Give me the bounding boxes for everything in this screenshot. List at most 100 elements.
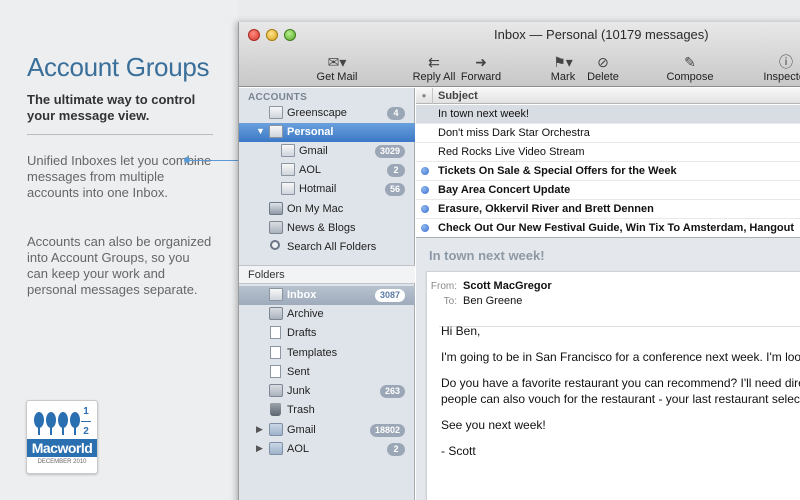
body-line: I'm going to be in San Francisco for a c… xyxy=(441,350,800,364)
preview-subject: In town next week! xyxy=(429,248,545,263)
sidebar-item-archive[interactable]: Archive xyxy=(239,305,415,324)
mail-window: Inbox — Personal (10179 messages) ✉▾ Get… xyxy=(238,22,800,500)
promo-title: Account Groups xyxy=(27,52,210,82)
sidebar-item-personal[interactable]: ▼ Personal xyxy=(239,123,415,142)
macworld-logo: Macworld xyxy=(27,439,97,457)
message-row[interactable]: Check Out Our New Festival Guide, Win Ti… xyxy=(416,219,800,238)
message-body-card: From: Scott MacGregor To: Ben Greene Hi … xyxy=(426,271,800,500)
unread-count: 4 xyxy=(387,107,405,120)
sidebar-item-junk[interactable]: Junk 263 xyxy=(239,382,415,401)
header-divider xyxy=(439,326,800,327)
unread-count: 2 xyxy=(387,164,405,177)
accounts-header: ACCOUNTS xyxy=(248,92,308,103)
forward-button[interactable]: ➜ Forward xyxy=(457,54,505,83)
unread-dot-icon xyxy=(421,224,429,232)
message-list: ● Subject In town next week! Don't miss … xyxy=(416,88,800,238)
rating-mice-icon xyxy=(34,412,80,435)
promo-panel: Account Groups The ultimate way to contr… xyxy=(0,0,255,500)
trash-icon xyxy=(270,403,281,416)
mailbox-icon xyxy=(281,182,295,195)
window-title: Inbox — Personal (10179 messages) xyxy=(494,27,709,42)
sidebar-item-trash[interactable]: Trash xyxy=(239,401,415,420)
status-column-header[interactable]: ● xyxy=(416,88,433,104)
to-value[interactable]: Ben Greene xyxy=(463,295,522,307)
sidebar-item-sent[interactable]: Sent xyxy=(239,363,415,382)
to-label: To: xyxy=(443,296,457,307)
search-icon xyxy=(270,240,280,250)
sidebar-item-on-my-mac[interactable]: On My Mac xyxy=(239,200,415,219)
folder-icon xyxy=(269,423,283,436)
badge-date: DECEMBER 2010 xyxy=(37,459,87,465)
message-row[interactable]: In town next week! xyxy=(416,105,800,124)
sidebar: ACCOUNTS Greenscape 4 ▼ Personal Gmail 3… xyxy=(239,88,415,500)
mark-button[interactable]: ⚑▾ Mark xyxy=(545,54,581,83)
mailbox-icon xyxy=(281,144,295,157)
unread-count: 263 xyxy=(379,385,405,398)
sidebar-item-gmail[interactable]: Gmail 3029 xyxy=(239,142,415,161)
disclosure-triangle-icon[interactable]: ▶ xyxy=(256,424,263,435)
message-row[interactable]: Bay Area Concert Update xyxy=(416,181,800,200)
sidebar-item-inbox[interactable]: Inbox 3087 xyxy=(239,286,415,305)
message-row[interactable]: Tickets On Sale & Special Offers for the… xyxy=(416,162,800,181)
promo-subtitle: The ultimate way to control your message… xyxy=(27,92,196,123)
message-row[interactable]: Erasure, Okkervil River and Brett Dennen xyxy=(416,200,800,219)
archive-icon xyxy=(269,307,283,320)
sidebar-item-gmail-folder[interactable]: ▶ Gmail 18802 xyxy=(239,421,415,440)
news-icon xyxy=(269,221,283,234)
sidebar-item-news-blogs[interactable]: News & Blogs xyxy=(239,219,415,238)
reply-all-button[interactable]: ⇇ Reply All xyxy=(409,54,459,83)
message-row[interactable]: Red Rocks Live Video Stream xyxy=(416,143,800,162)
unread-count: 3087 xyxy=(374,289,405,302)
titlebar: Inbox — Personal (10179 messages) ✉▾ Get… xyxy=(239,22,800,87)
pencil-icon: ✎ xyxy=(684,54,696,70)
unread-dot-icon xyxy=(421,205,429,213)
sidebar-item-hotmail[interactable]: Hotmail 56 xyxy=(239,180,415,199)
sidebar-item-aol[interactable]: AOL 2 xyxy=(239,161,415,180)
disclosure-triangle-icon[interactable]: ▼ xyxy=(256,126,265,136)
envelope-icon: ✉▾ xyxy=(327,54,347,70)
folders-header: Folders xyxy=(239,265,415,284)
computer-icon xyxy=(269,202,283,215)
divider xyxy=(27,134,213,135)
from-label: From: xyxy=(430,281,457,292)
rating-fraction: 1 ― 2 xyxy=(81,406,91,437)
body-line: - Scott xyxy=(441,444,476,458)
subject-column-header[interactable]: Subject xyxy=(438,90,478,102)
sent-icon xyxy=(270,365,281,378)
message-row[interactable]: Don't miss Dark Star Orchestra xyxy=(416,124,800,143)
mark-icon: ⚑▾ xyxy=(553,54,573,70)
inspector-icon: ⓘ xyxy=(779,54,793,70)
delete-button[interactable]: ⊘ Delete xyxy=(583,54,623,83)
macworld-rating-badge: 1 ― 2 Macworld DECEMBER 2010 xyxy=(26,400,98,474)
get-mail-button[interactable]: ✉▾ Get Mail xyxy=(312,54,362,83)
inbox-icon xyxy=(269,288,283,301)
list-header[interactable]: ● Subject xyxy=(416,88,800,104)
drafts-icon xyxy=(270,326,281,339)
unread-count: 18802 xyxy=(369,424,405,437)
sidebar-item-templates[interactable]: Templates xyxy=(239,344,415,363)
sidebar-item-drafts[interactable]: Drafts xyxy=(239,324,415,343)
delete-icon: ⊘ xyxy=(597,54,609,70)
reply-all-icon: ⇇ xyxy=(428,54,440,70)
promo-paragraph-2: Accounts can also be organized into Acco… xyxy=(27,234,212,297)
message-preview: In town next week! From: Scott MacGregor… xyxy=(416,237,800,500)
sidebar-item-aol-folder[interactable]: ▶ AOL 2 xyxy=(239,440,415,459)
junk-icon xyxy=(269,384,283,397)
from-value[interactable]: Scott MacGregor xyxy=(463,280,552,292)
sidebar-item-greenscape[interactable]: Greenscape 4 xyxy=(239,104,415,123)
mailbox-icon xyxy=(269,106,283,119)
body-line: people can also vouch for the restaurant… xyxy=(441,392,800,406)
unread-dot-icon xyxy=(421,167,429,175)
body-line: Hi Ben, xyxy=(441,324,481,338)
inspector-button[interactable]: ⓘ Inspector xyxy=(761,54,800,83)
account-group-icon xyxy=(269,125,283,138)
body-line: See you next week! xyxy=(441,418,546,432)
disclosure-triangle-icon[interactable]: ▶ xyxy=(256,443,263,454)
unread-count: 2 xyxy=(387,443,405,456)
forward-icon: ➜ xyxy=(475,54,487,70)
unread-dot-icon xyxy=(421,186,429,194)
compose-button[interactable]: ✎ Compose xyxy=(664,54,716,83)
body-line: Do you have a favorite restaurant you ca… xyxy=(441,376,800,390)
mailbox-icon xyxy=(281,163,295,176)
sidebar-item-search-all-folders[interactable]: Search All Folders xyxy=(239,238,415,257)
